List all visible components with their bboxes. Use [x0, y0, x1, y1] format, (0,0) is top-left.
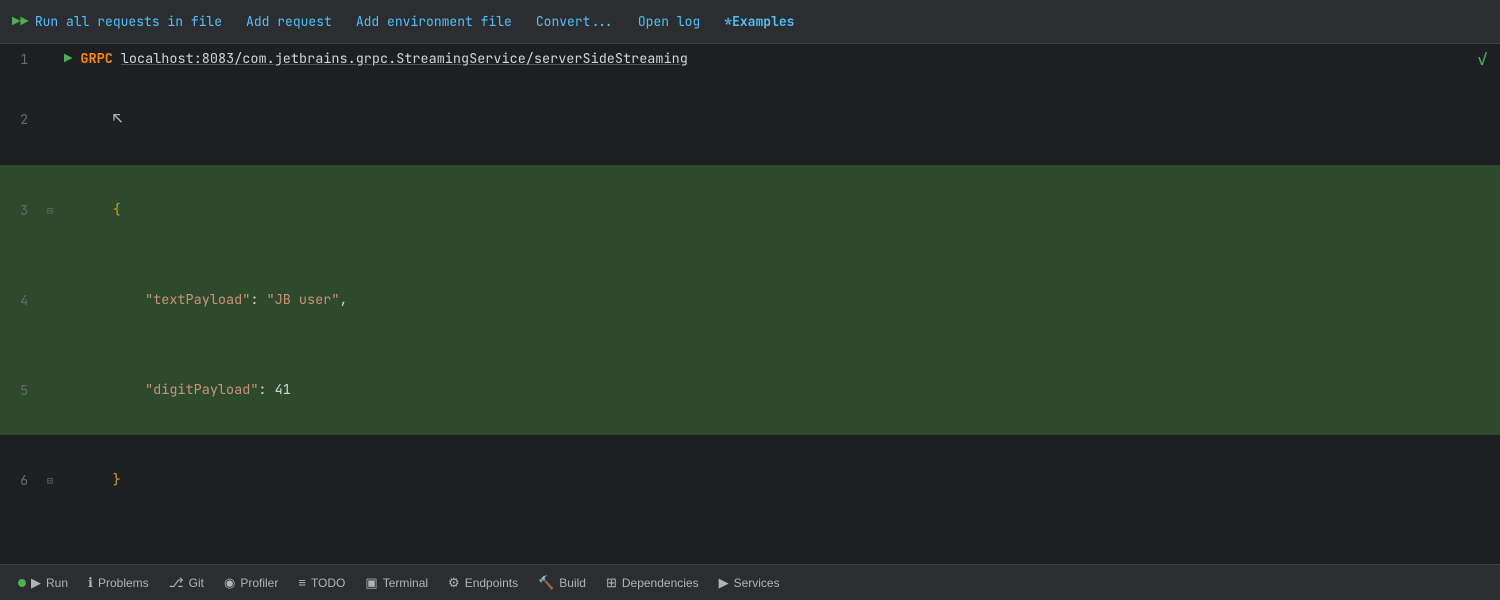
- todo-icon: ≡: [298, 575, 306, 590]
- line-number-5: 5: [0, 382, 40, 399]
- problems-icon: ℹ: [88, 575, 93, 591]
- fold-icon-6[interactable]: ⊟: [47, 474, 53, 487]
- convert-button[interactable]: Convert...: [536, 13, 614, 30]
- statusbar-services[interactable]: ▶ Services: [709, 565, 790, 600]
- grpc-label: GRPC: [80, 50, 112, 68]
- json-value-textpayload: "JB user": [267, 291, 340, 309]
- todo-label: TODO: [311, 576, 345, 590]
- statusbar-profiler[interactable]: ◉ Profiler: [214, 565, 288, 600]
- run-request-button[interactable]: ▶: [64, 50, 72, 68]
- line-number-3: 3: [0, 202, 40, 219]
- run-dot-icon: [18, 579, 26, 587]
- convert-label: Convert...: [536, 13, 614, 30]
- open-brace: {: [113, 201, 121, 219]
- statusbar-todo[interactable]: ≡ TODO: [288, 565, 355, 600]
- editor-line-2: 2 ↖: [0, 74, 1500, 165]
- line-4-content: "textPayload": "JB user",: [60, 255, 1500, 345]
- statusbar-git[interactable]: ⎇ Git: [159, 565, 214, 600]
- statusbar-build[interactable]: 🔨 Build: [528, 565, 596, 600]
- dependencies-label: Dependencies: [622, 576, 699, 590]
- line-number-4: 4: [0, 292, 40, 309]
- profiler-icon: ◉: [224, 575, 235, 591]
- line-1-content: ▶ GRPC localhost:8083/com.jetbrains.grpc…: [60, 48, 1500, 71]
- examples-button[interactable]: *Examples: [724, 13, 794, 30]
- close-brace: }: [113, 471, 121, 489]
- statusbar-endpoints[interactable]: ⚙ Endpoints: [438, 565, 528, 600]
- git-label: Git: [189, 576, 204, 590]
- add-env-label: Add environment file: [356, 13, 512, 30]
- profiler-label: Profiler: [240, 576, 278, 590]
- json-value-digitpayload: 41: [275, 381, 291, 399]
- request-url[interactable]: localhost:8083/com.jetbrains.grpc.Stream…: [121, 50, 688, 68]
- run-all-label: Run all requests in file: [35, 13, 222, 30]
- add-request-button[interactable]: Add request: [246, 13, 332, 30]
- open-log-button[interactable]: Open log: [638, 13, 700, 30]
- line-3-content: {: [60, 165, 1500, 255]
- json-key-digitpayload: "digitPayload": [145, 381, 258, 399]
- toolbar: ▶▶ Run all requests in file Add request …: [0, 0, 1500, 44]
- line-gutter-6: ⊟: [40, 474, 60, 487]
- json-key-textpayload: "textPayload": [145, 291, 250, 309]
- endpoints-label: Endpoints: [465, 576, 518, 590]
- statusbar: ▶ Run ℹ Problems ⎇ Git ◉ Profiler ≡ TODO…: [0, 564, 1500, 600]
- editor-line-4: 4 "textPayload": "JB user",: [0, 255, 1500, 345]
- run-all-button[interactable]: ▶▶ Run all requests in file: [12, 13, 222, 31]
- run-all-icon: ▶▶: [12, 13, 29, 31]
- statusbar-dependencies[interactable]: ⊞ Dependencies: [596, 565, 709, 600]
- build-icon: 🔨: [538, 575, 554, 591]
- statusbar-terminal[interactable]: ▣ Terminal: [355, 565, 438, 600]
- line-5-content: "digitPayload": 41: [60, 345, 1500, 435]
- dependencies-icon: ⊞: [606, 575, 617, 591]
- statusbar-problems[interactable]: ℹ Problems: [78, 565, 159, 600]
- terminal-icon: ▣: [365, 575, 377, 591]
- add-environment-button[interactable]: Add environment file: [356, 13, 512, 30]
- add-request-label: Add request: [246, 13, 332, 30]
- line-gutter-3: ⊟: [40, 204, 60, 217]
- terminal-label: Terminal: [383, 576, 428, 590]
- json-colon-5: :: [258, 381, 274, 399]
- editor: 1 ▶ GRPC localhost:8083/com.jetbrains.gr…: [0, 44, 1500, 564]
- valid-checkmark: ✓: [1477, 48, 1488, 71]
- editor-line-1: 1 ▶ GRPC localhost:8083/com.jetbrains.gr…: [0, 44, 1500, 74]
- git-icon: ⎇: [169, 575, 184, 591]
- editor-line-6: 6 ⊟ }: [0, 435, 1500, 525]
- line-number-1: 1: [0, 51, 40, 68]
- endpoints-icon: ⚙: [448, 575, 460, 591]
- fold-icon-3[interactable]: ⊟: [47, 204, 53, 217]
- services-label: Services: [734, 576, 780, 590]
- json-colon-4: :: [250, 291, 266, 309]
- line-6-content: }: [60, 435, 1500, 525]
- services-icon: ▶: [719, 575, 729, 591]
- statusbar-run[interactable]: ▶ Run: [8, 565, 78, 600]
- line-number-2: 2: [0, 111, 40, 128]
- editor-line-5: 5 "digitPayload": 41: [0, 345, 1500, 435]
- build-label: Build: [559, 576, 586, 590]
- run-label: Run: [46, 576, 68, 590]
- mouse-cursor-icon: ↖: [113, 108, 123, 129]
- editor-line-3: 3 ⊟ {: [0, 165, 1500, 255]
- run-play-icon: ▶: [31, 575, 41, 591]
- open-log-label: Open log: [638, 13, 700, 30]
- problems-label: Problems: [98, 576, 149, 590]
- line-number-6: 6: [0, 472, 40, 489]
- line-2-content: ↖: [60, 74, 1500, 165]
